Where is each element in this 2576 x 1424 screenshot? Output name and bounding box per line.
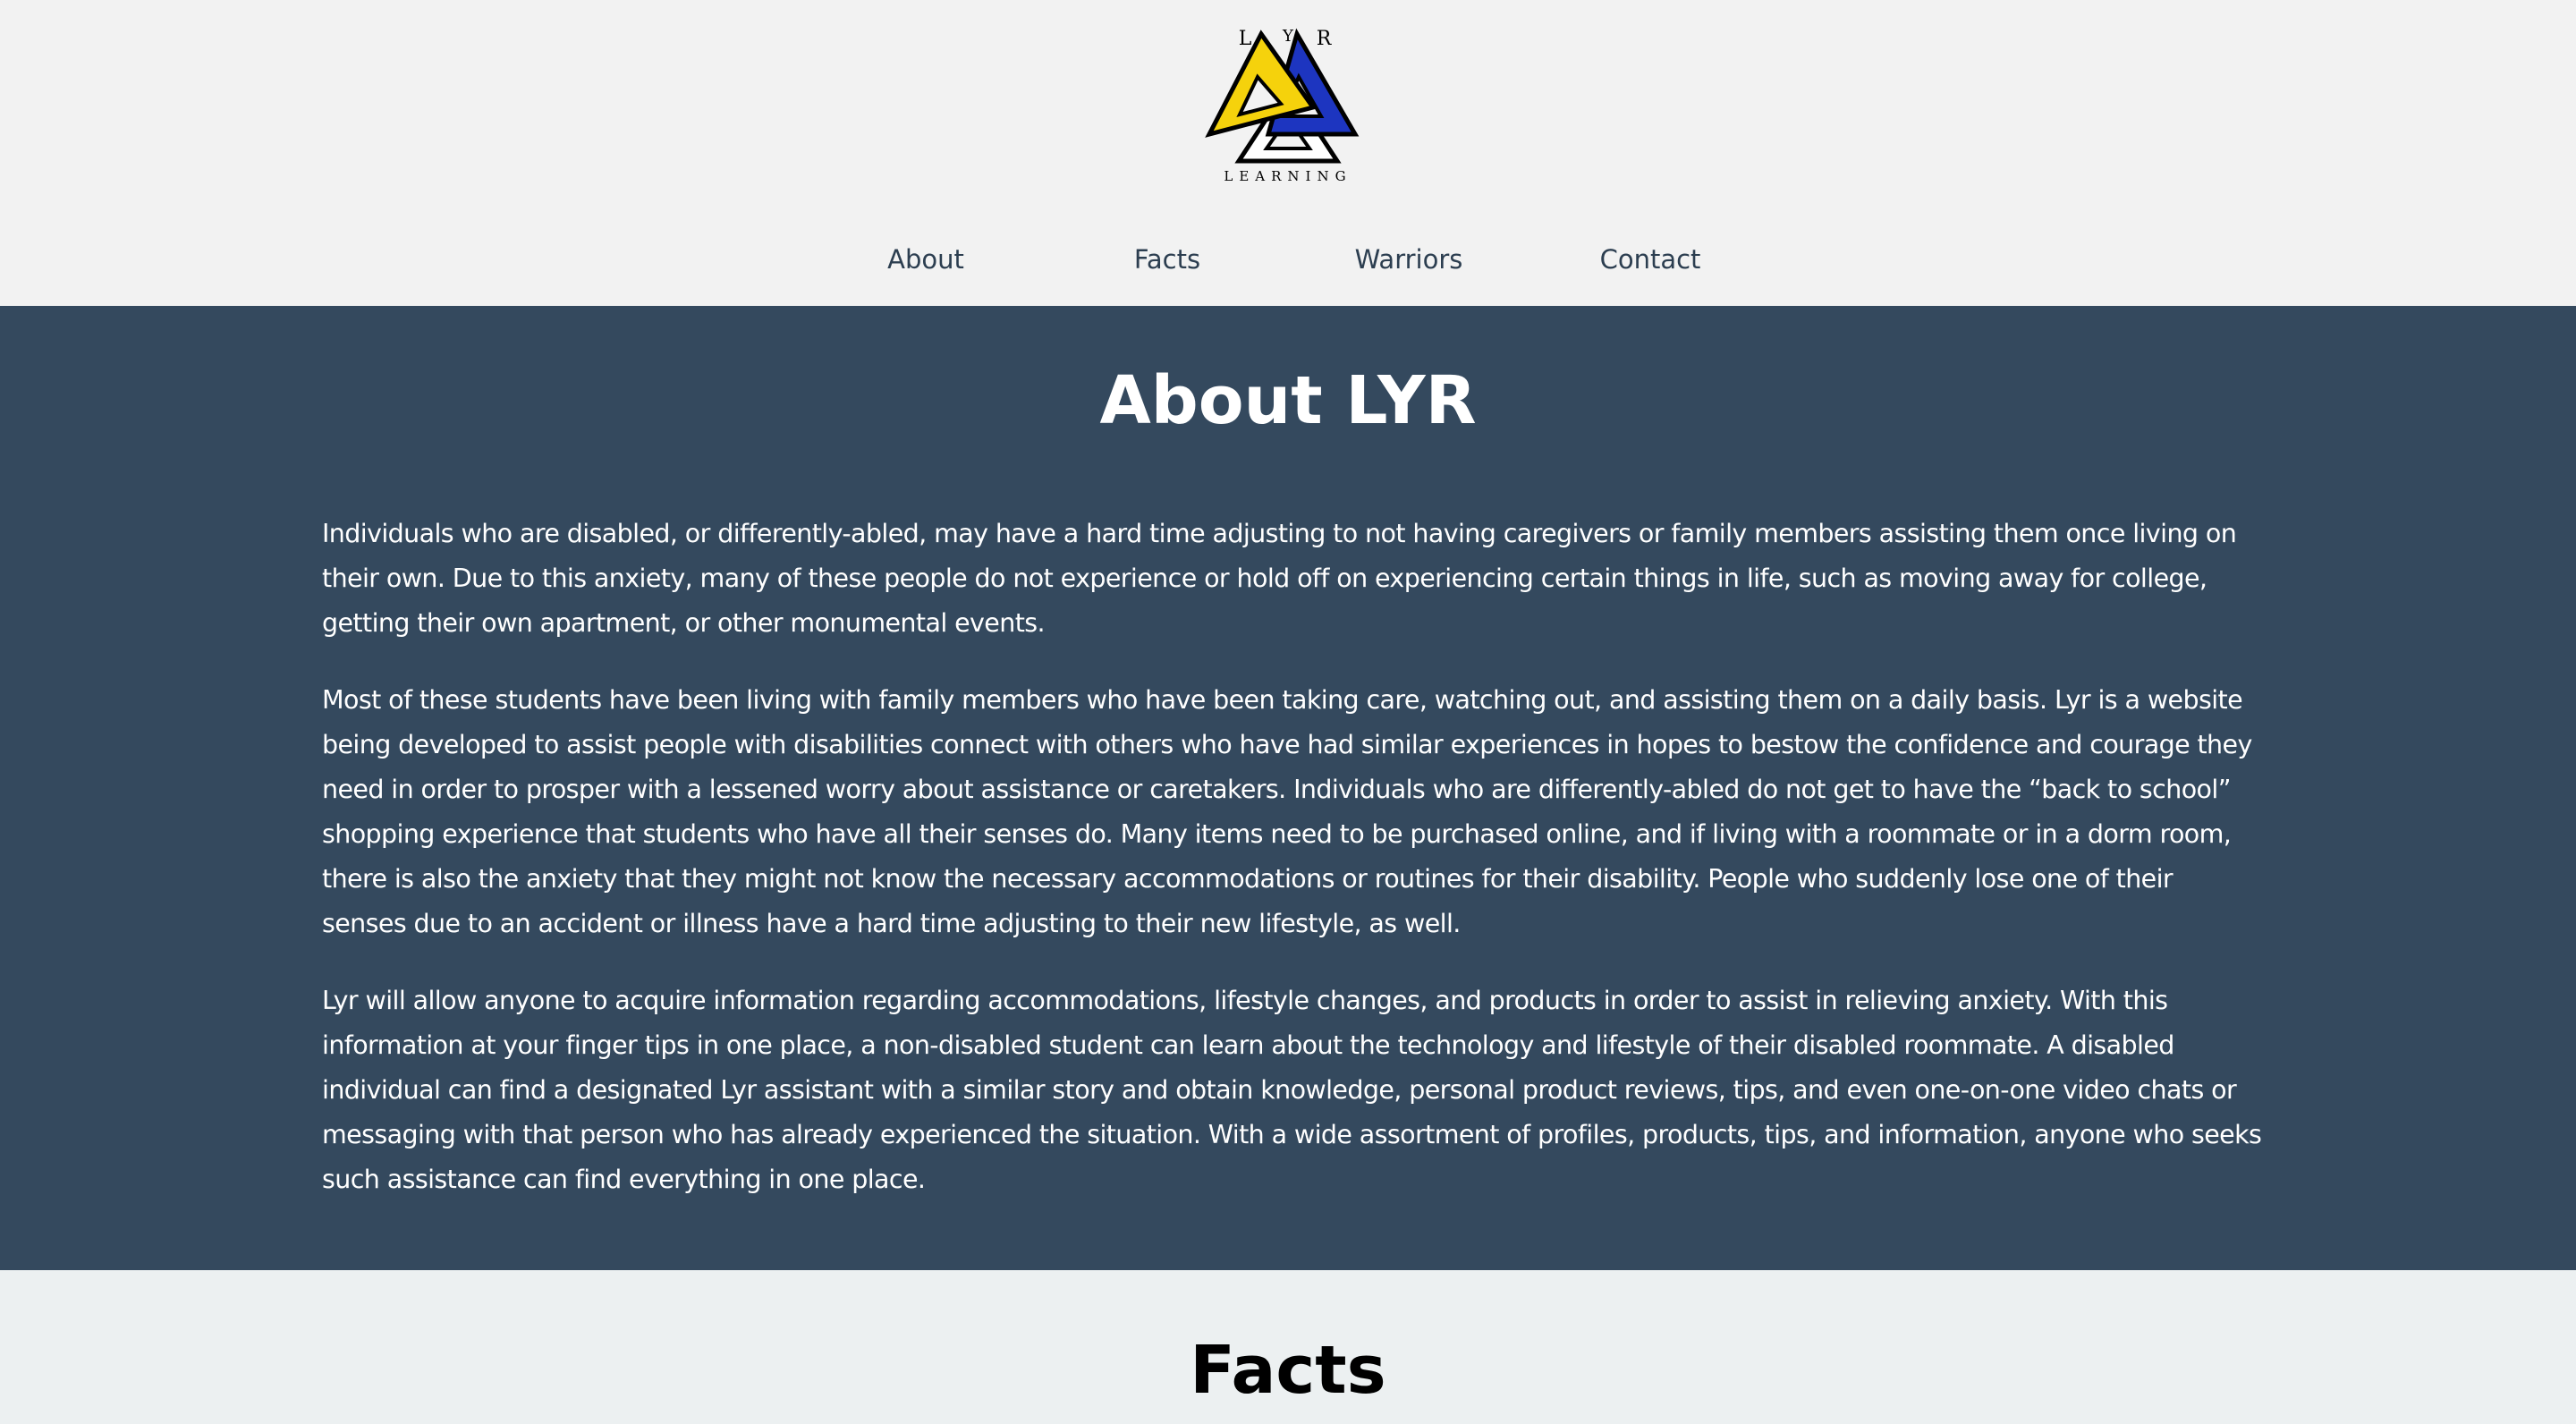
nav-link-about[interactable]: About bbox=[827, 234, 1024, 284]
about-section: About LYR Individuals who are disabled, … bbox=[0, 306, 2576, 1270]
nav-link-contact[interactable]: Contact bbox=[1552, 234, 1749, 284]
logo-subtitle: LEARNING bbox=[1224, 168, 1352, 184]
facts-title: Facts bbox=[1190, 1332, 1386, 1409]
nav-link-facts[interactable]: Facts bbox=[1069, 234, 1266, 284]
nav-link-warriors[interactable]: Warriors bbox=[1310, 234, 1507, 284]
logo-letter-l: L bbox=[1239, 28, 1252, 50]
site-header: L Y R LEARNING About Facts Warriors Cont… bbox=[0, 0, 2576, 306]
main-nav: About Facts Warriors Contact bbox=[0, 234, 2576, 284]
about-paragraph-1: Individuals who are disabled, or differe… bbox=[322, 519, 2237, 638]
facts-section: Facts bbox=[0, 1270, 2576, 1424]
about-paragraph-2: Most of these students have been living … bbox=[322, 685, 2252, 938]
about-title: About LYR bbox=[1099, 362, 1477, 439]
about-paragraph-3: Lyr will allow anyone to acquire informa… bbox=[322, 986, 2262, 1194]
lyr-logo-icon[interactable]: L Y R LEARNING bbox=[1199, 21, 1377, 188]
about-body: Individuals who are disabled, or differe… bbox=[322, 512, 2263, 1234]
lyr-logo-graphic: L Y R LEARNING bbox=[1205, 27, 1360, 184]
logo-letter-r: R bbox=[1317, 28, 1333, 50]
